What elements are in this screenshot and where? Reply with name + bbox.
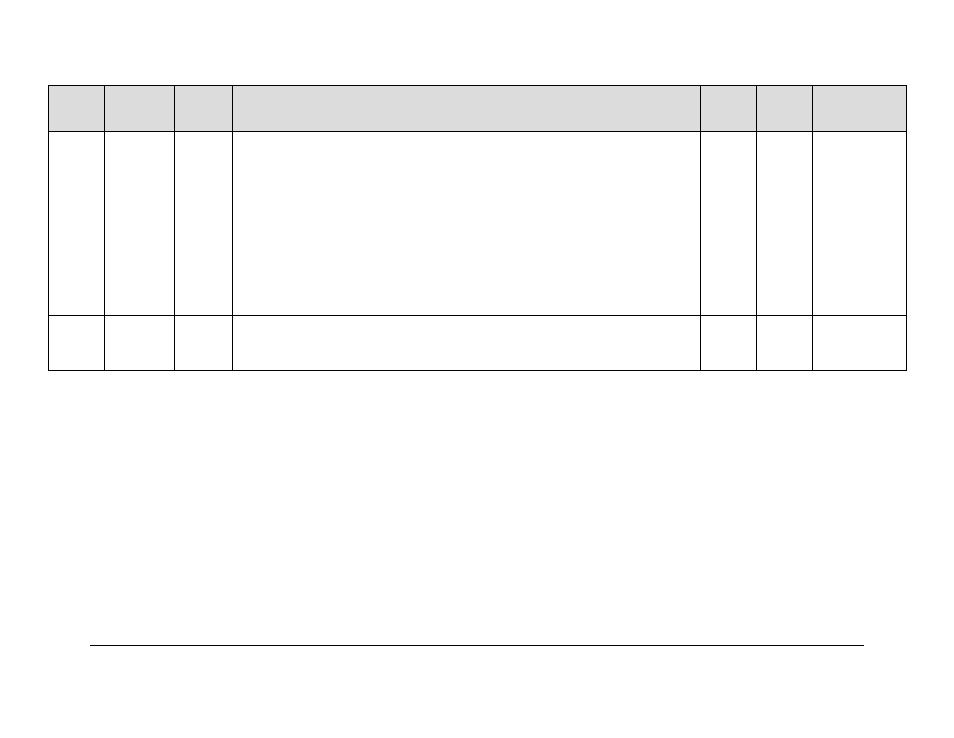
table-header-cell <box>233 86 701 132</box>
table-cell <box>105 316 175 371</box>
table-cell <box>701 316 757 371</box>
table-cell <box>757 132 813 316</box>
table-header-row <box>49 86 907 132</box>
table-cell <box>233 316 701 371</box>
table-header-cell <box>105 86 175 132</box>
table-cell <box>701 132 757 316</box>
table-cell <box>105 132 175 316</box>
table-header-cell <box>701 86 757 132</box>
table-cell <box>175 132 233 316</box>
table-row <box>49 132 907 316</box>
footer-horizontal-rule <box>90 645 864 646</box>
table-header-cell <box>813 86 907 132</box>
table-cell <box>813 132 907 316</box>
table-row <box>49 316 907 371</box>
table-header-cell <box>49 86 105 132</box>
table-header-cell <box>175 86 233 132</box>
document-table-container <box>48 85 906 371</box>
table-header-cell <box>757 86 813 132</box>
table-cell <box>175 316 233 371</box>
table-cell <box>757 316 813 371</box>
table-cell <box>49 132 105 316</box>
table-cell <box>233 132 701 316</box>
table-cell <box>49 316 105 371</box>
table-cell <box>813 316 907 371</box>
document-table <box>48 85 907 371</box>
